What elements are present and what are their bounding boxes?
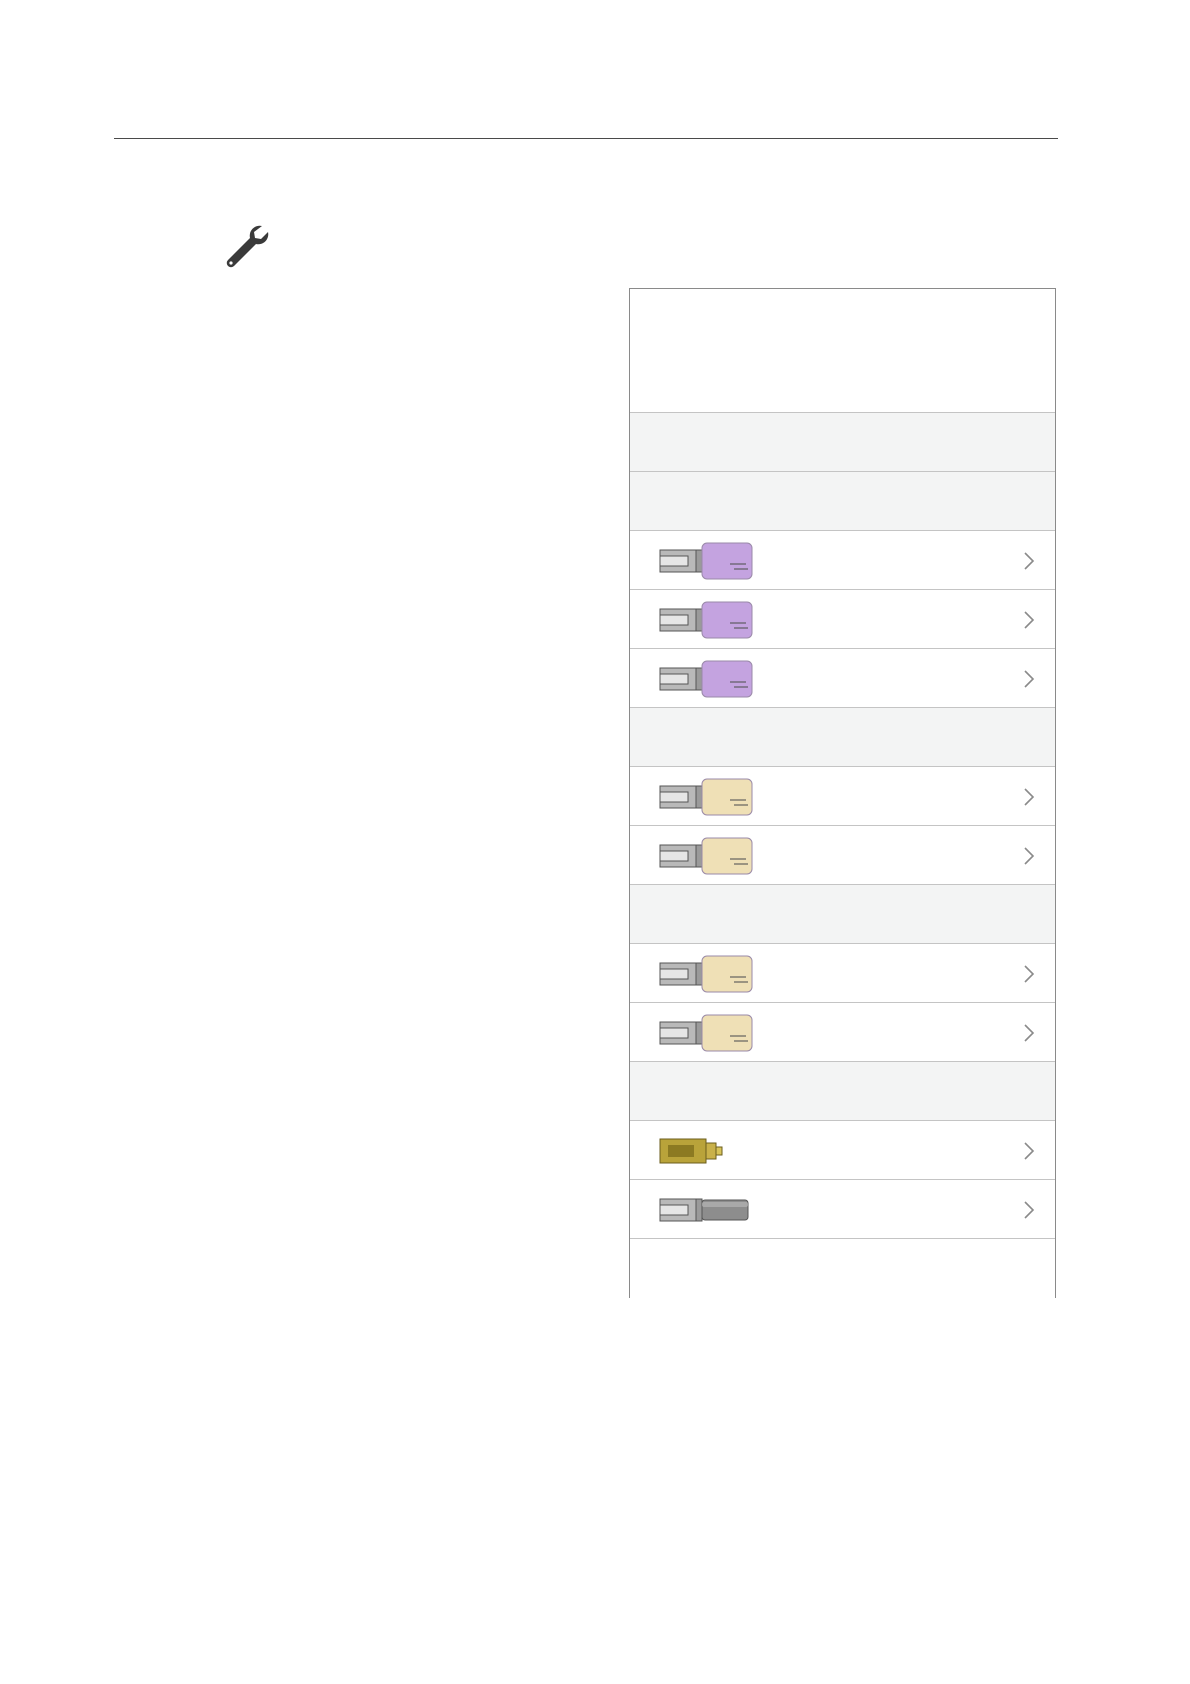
cream-block-icon bbox=[659, 1014, 753, 1052]
group-header-row bbox=[630, 472, 1055, 531]
wrench-icon bbox=[226, 225, 269, 268]
chevron-right-icon bbox=[1024, 1201, 1035, 1219]
footer-row bbox=[630, 1239, 1055, 1298]
chevron-right-icon bbox=[1024, 552, 1035, 570]
product-row[interactable] bbox=[630, 767, 1055, 826]
chevron-right-icon bbox=[1024, 670, 1035, 688]
group-header-row bbox=[630, 708, 1055, 767]
product-list-panel bbox=[629, 288, 1056, 1298]
group-header-row bbox=[630, 885, 1055, 944]
group-header-row bbox=[630, 413, 1055, 472]
product-row[interactable] bbox=[630, 1121, 1055, 1180]
cream-block-icon bbox=[659, 837, 753, 875]
chevron-right-icon bbox=[1024, 1142, 1035, 1160]
group-header-row bbox=[630, 1062, 1055, 1121]
lilac-block-icon bbox=[659, 601, 753, 639]
product-row[interactable] bbox=[630, 944, 1055, 1003]
product-row[interactable] bbox=[630, 649, 1055, 708]
brass-block-icon bbox=[659, 1138, 723, 1164]
product-row[interactable] bbox=[630, 1180, 1055, 1239]
chevron-right-icon bbox=[1024, 788, 1035, 806]
lilac-block-icon bbox=[659, 660, 753, 698]
chevron-right-icon bbox=[1024, 965, 1035, 983]
chevron-right-icon bbox=[1024, 1024, 1035, 1042]
product-row[interactable] bbox=[630, 531, 1055, 590]
chevron-right-icon bbox=[1024, 611, 1035, 629]
cream-block-icon bbox=[659, 955, 753, 993]
product-row[interactable] bbox=[630, 1003, 1055, 1062]
steel-block-icon bbox=[659, 1198, 749, 1222]
chevron-right-icon bbox=[1024, 847, 1035, 865]
lilac-block-icon bbox=[659, 542, 753, 580]
product-row[interactable] bbox=[630, 590, 1055, 649]
cream-block-icon bbox=[659, 778, 753, 816]
panel-header bbox=[630, 289, 1055, 413]
panel-rows bbox=[630, 413, 1055, 1298]
header-rule bbox=[114, 138, 1058, 139]
product-row[interactable] bbox=[630, 826, 1055, 885]
